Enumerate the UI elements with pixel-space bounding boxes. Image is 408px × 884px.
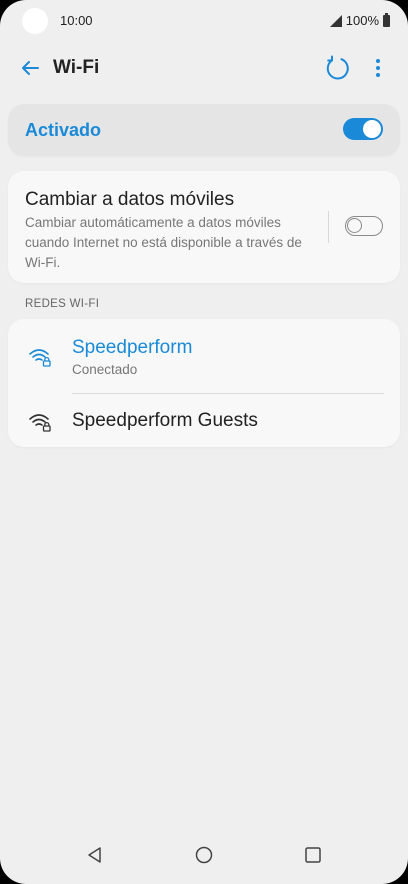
vertical-divider xyxy=(328,211,329,243)
circle-home-icon xyxy=(195,846,213,864)
navigation-bar xyxy=(0,828,408,884)
networks-list: Speedperform Conectado Speedperform Gues… xyxy=(8,319,400,447)
wifi-lock-icon xyxy=(29,414,51,432)
nav-back-button[interactable] xyxy=(84,844,106,866)
square-recents-icon xyxy=(305,847,321,863)
nav-home-button[interactable] xyxy=(193,844,215,866)
network-status: Conectado xyxy=(72,362,138,377)
app-bar: Wi-Fi xyxy=(0,48,408,88)
more-options-button[interactable] xyxy=(366,54,390,82)
toggle-knob xyxy=(363,120,381,138)
arrow-left-icon xyxy=(22,61,39,75)
more-vert-icon xyxy=(376,59,380,77)
network-name: Speedperform xyxy=(72,337,193,358)
mobile-data-title: Cambiar a datos móviles xyxy=(25,189,235,210)
nav-recents-button[interactable] xyxy=(302,844,324,866)
battery-icon xyxy=(383,12,390,27)
status-right: 100% xyxy=(329,12,390,28)
network-item-speedperform[interactable]: Speedperform Conectado xyxy=(8,319,400,394)
mobile-data-toggle[interactable] xyxy=(345,216,383,236)
status-bar: 10:00 100% xyxy=(0,0,408,40)
networks-section-label: REDES WI-FI xyxy=(25,298,100,310)
mobile-data-description: Cambiar automáticamente a datos móviles … xyxy=(25,215,302,270)
battery-percent: 100% xyxy=(345,13,379,28)
network-item-speedperform-guests[interactable]: Speedperform Guests xyxy=(8,394,400,447)
back-button[interactable] xyxy=(18,56,42,80)
signal-icon xyxy=(329,14,342,27)
page-title: Wi-Fi xyxy=(53,57,100,78)
triangle-back-icon xyxy=(88,847,101,863)
status-time: 10:00 xyxy=(60,13,93,28)
wifi-master-switch-card[interactable]: Activado xyxy=(8,104,400,156)
refresh-button[interactable] xyxy=(324,54,352,82)
front-camera xyxy=(22,8,48,34)
wifi-master-label: Activado xyxy=(25,120,102,140)
wifi-toggle[interactable] xyxy=(343,118,383,140)
phone-screen: 10:00 100% Wi-Fi Activado Cambiar a dato… xyxy=(0,0,408,884)
toggle-knob xyxy=(347,218,362,233)
refresh-icon xyxy=(326,55,349,80)
wifi-lock-icon xyxy=(29,349,51,367)
mobile-data-switch-card[interactable]: Cambiar a datos móviles Cambiar automáti… xyxy=(8,171,400,283)
network-name: Speedperform Guests xyxy=(72,410,258,431)
